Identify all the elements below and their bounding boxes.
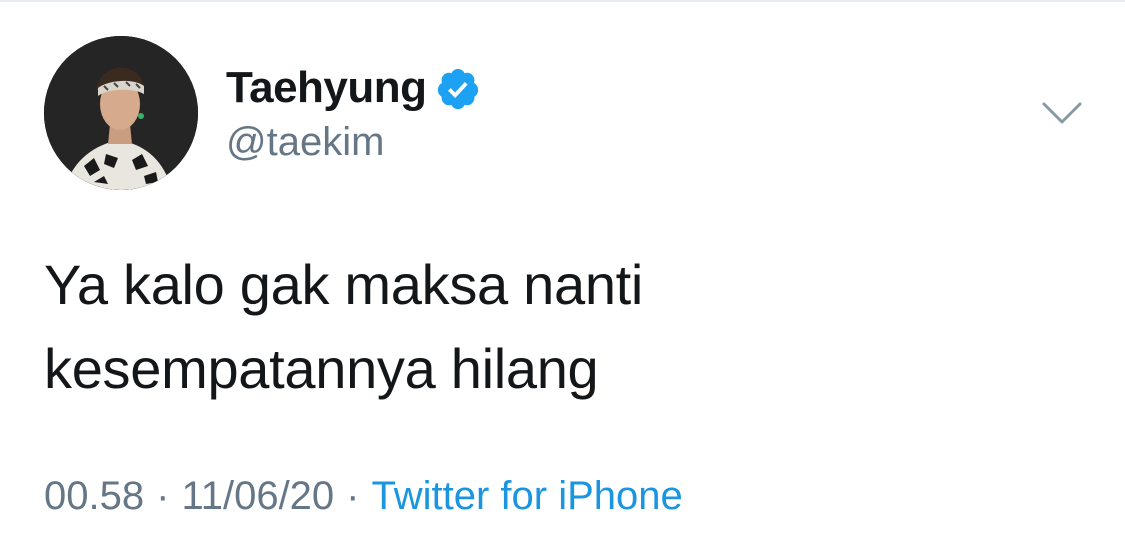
tweet-card: Taehyung @taekim Ya kalo gak maksa nanti… <box>0 0 1125 545</box>
tweet-meta: 00.58 · 11/06/20 · Twitter for iPhone <box>44 470 683 522</box>
tweet-text-line: Ya kalo gak maksa nanti <box>44 253 644 316</box>
avatar-photo-icon <box>44 36 198 190</box>
tweet-date[interactable]: 11/06/20 <box>181 474 334 518</box>
display-name[interactable]: Taehyung <box>226 62 427 114</box>
tweet-text: Ya kalo gak maksa nanti kesempatannya hi… <box>44 243 1084 411</box>
tweet-text-line: kesempatannya hilang <box>44 337 599 400</box>
user-handle[interactable]: @taekim <box>226 118 384 166</box>
tweet-time[interactable]: 00.58 <box>44 474 144 518</box>
avatar[interactable] <box>44 36 198 190</box>
tweet-source-link[interactable]: Twitter for iPhone <box>372 474 683 518</box>
meta-separator: · <box>156 474 170 518</box>
verified-badge-icon <box>435 66 481 112</box>
chevron-down-icon[interactable] <box>1040 98 1084 128</box>
display-name-row[interactable]: Taehyung <box>226 62 481 114</box>
meta-separator: · <box>346 474 360 518</box>
